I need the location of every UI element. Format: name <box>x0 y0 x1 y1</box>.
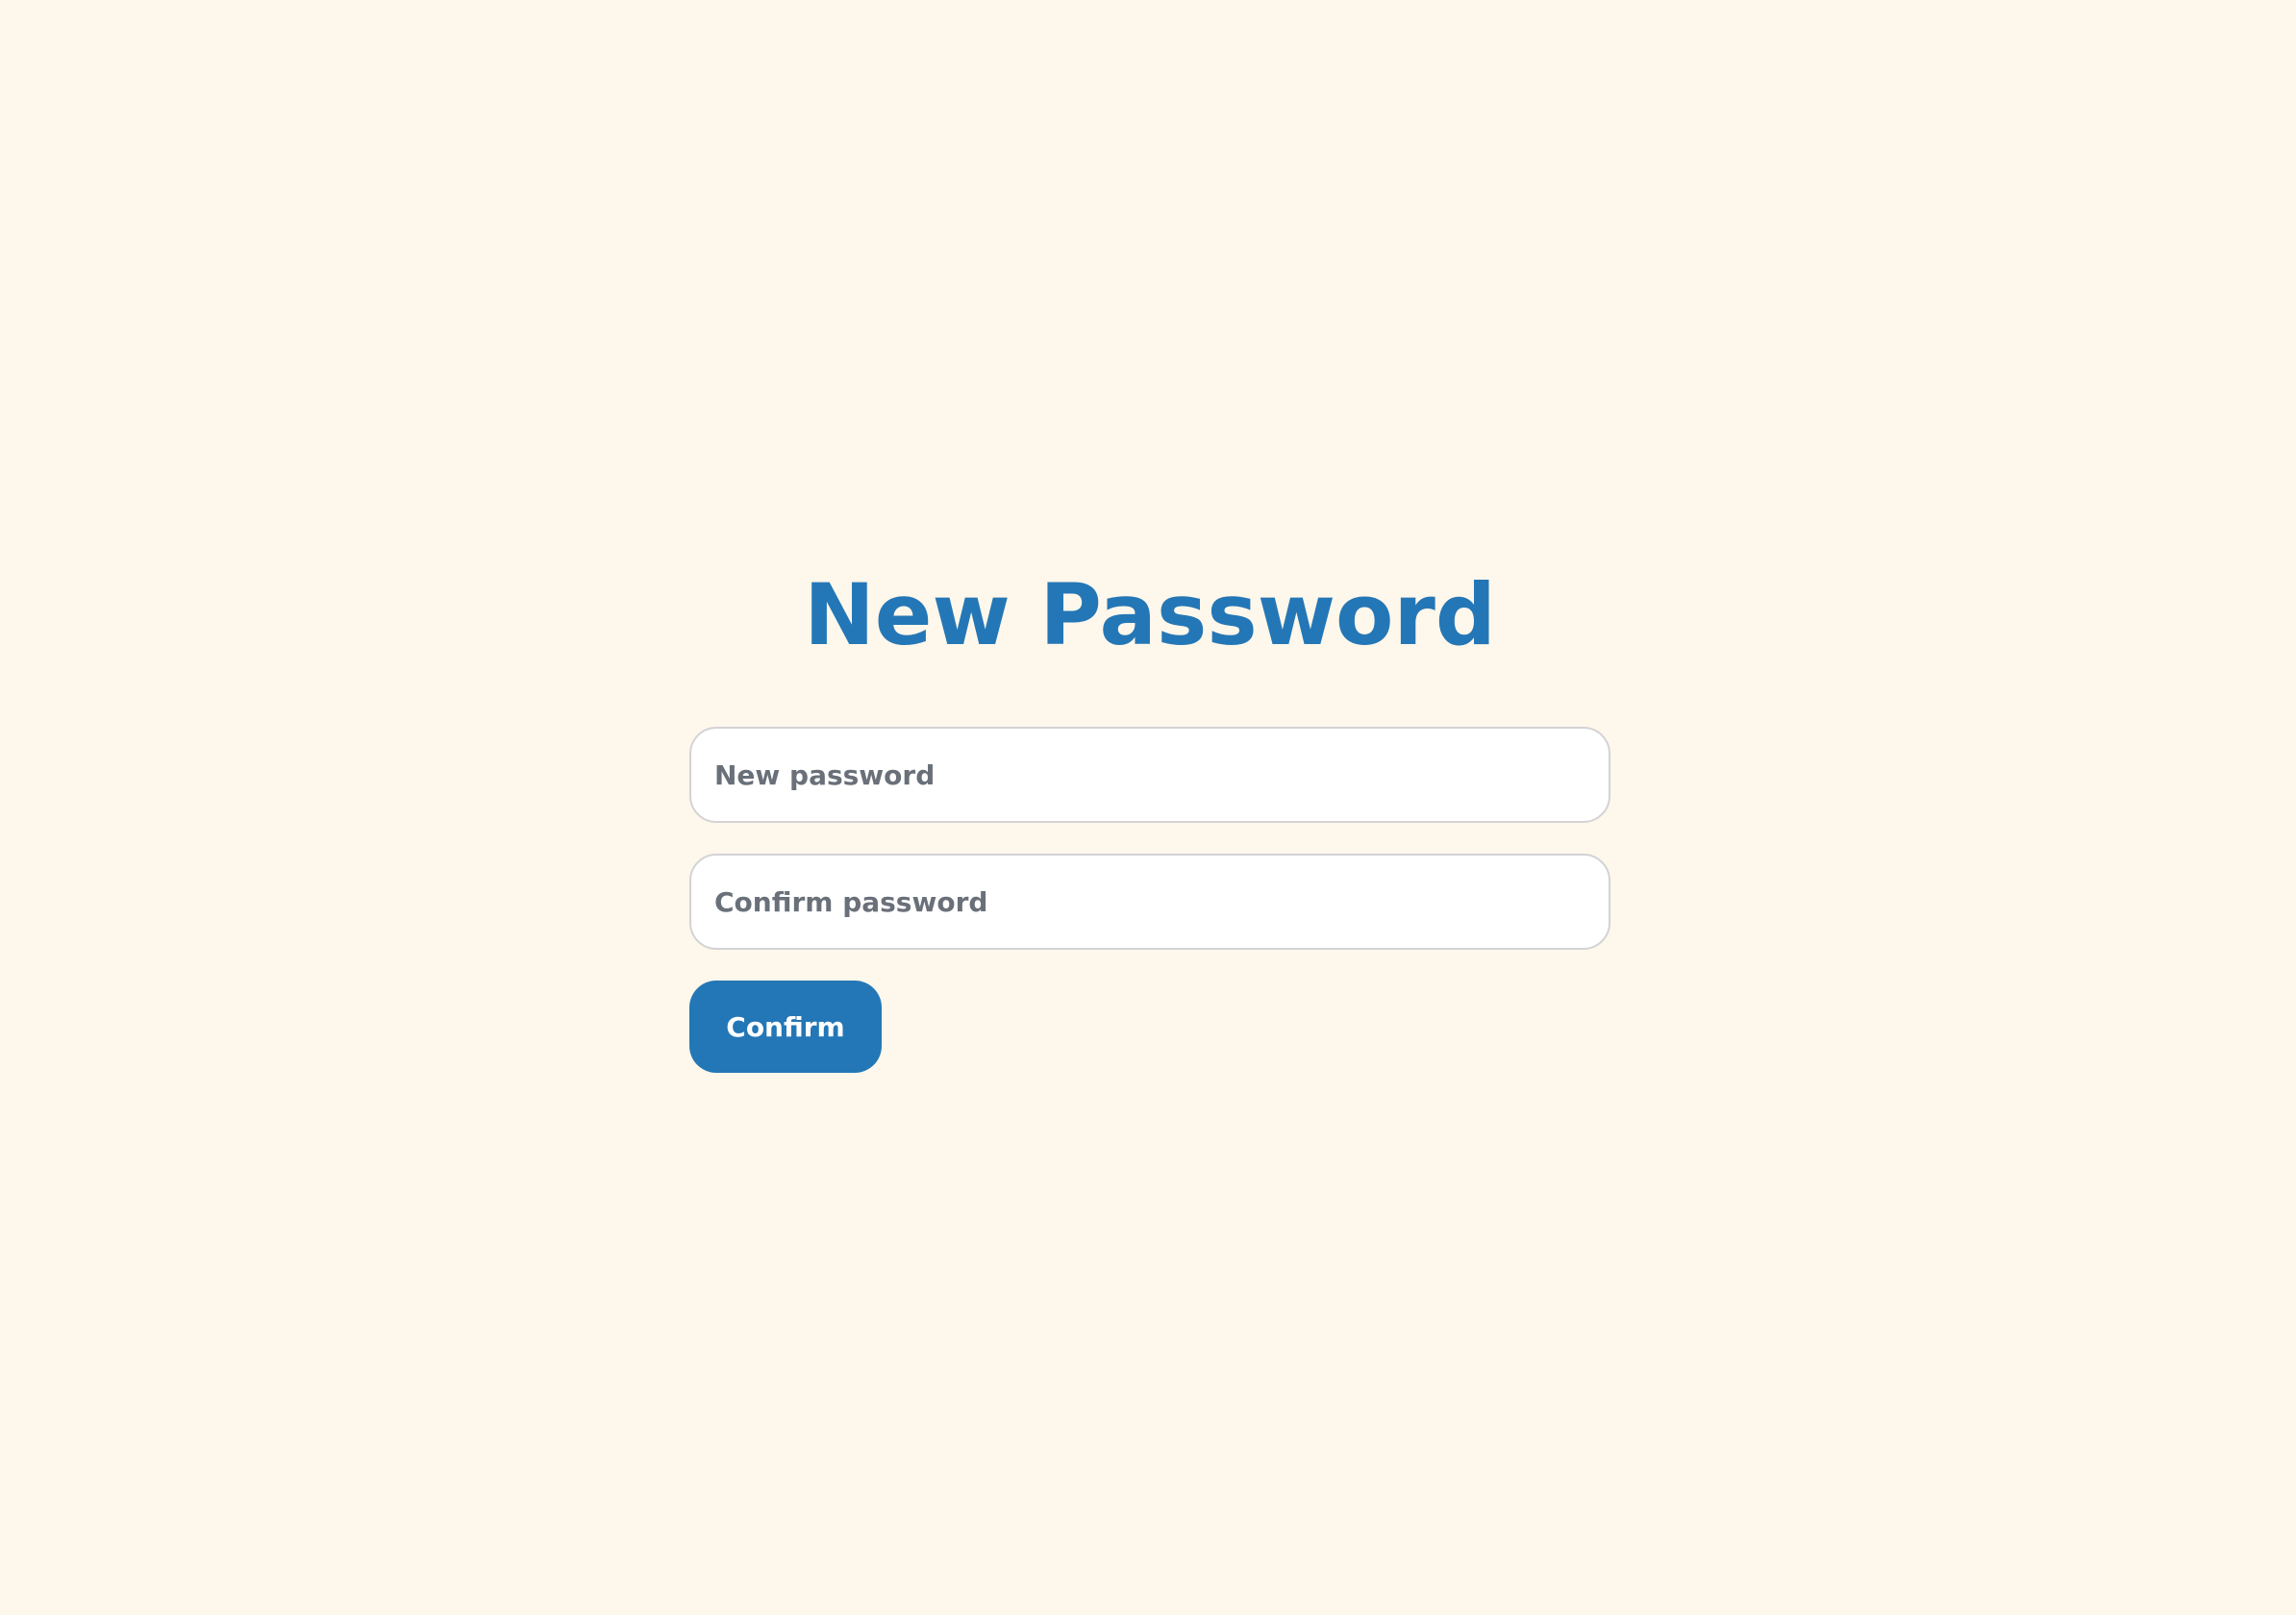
confirm-button[interactable]: Confirm <box>689 981 882 1073</box>
new-password-input[interactable] <box>689 727 1610 823</box>
page-title: New Password <box>804 565 1496 664</box>
confirm-password-input[interactable] <box>689 854 1610 950</box>
password-form: New Password Confirm <box>689 558 1610 1073</box>
